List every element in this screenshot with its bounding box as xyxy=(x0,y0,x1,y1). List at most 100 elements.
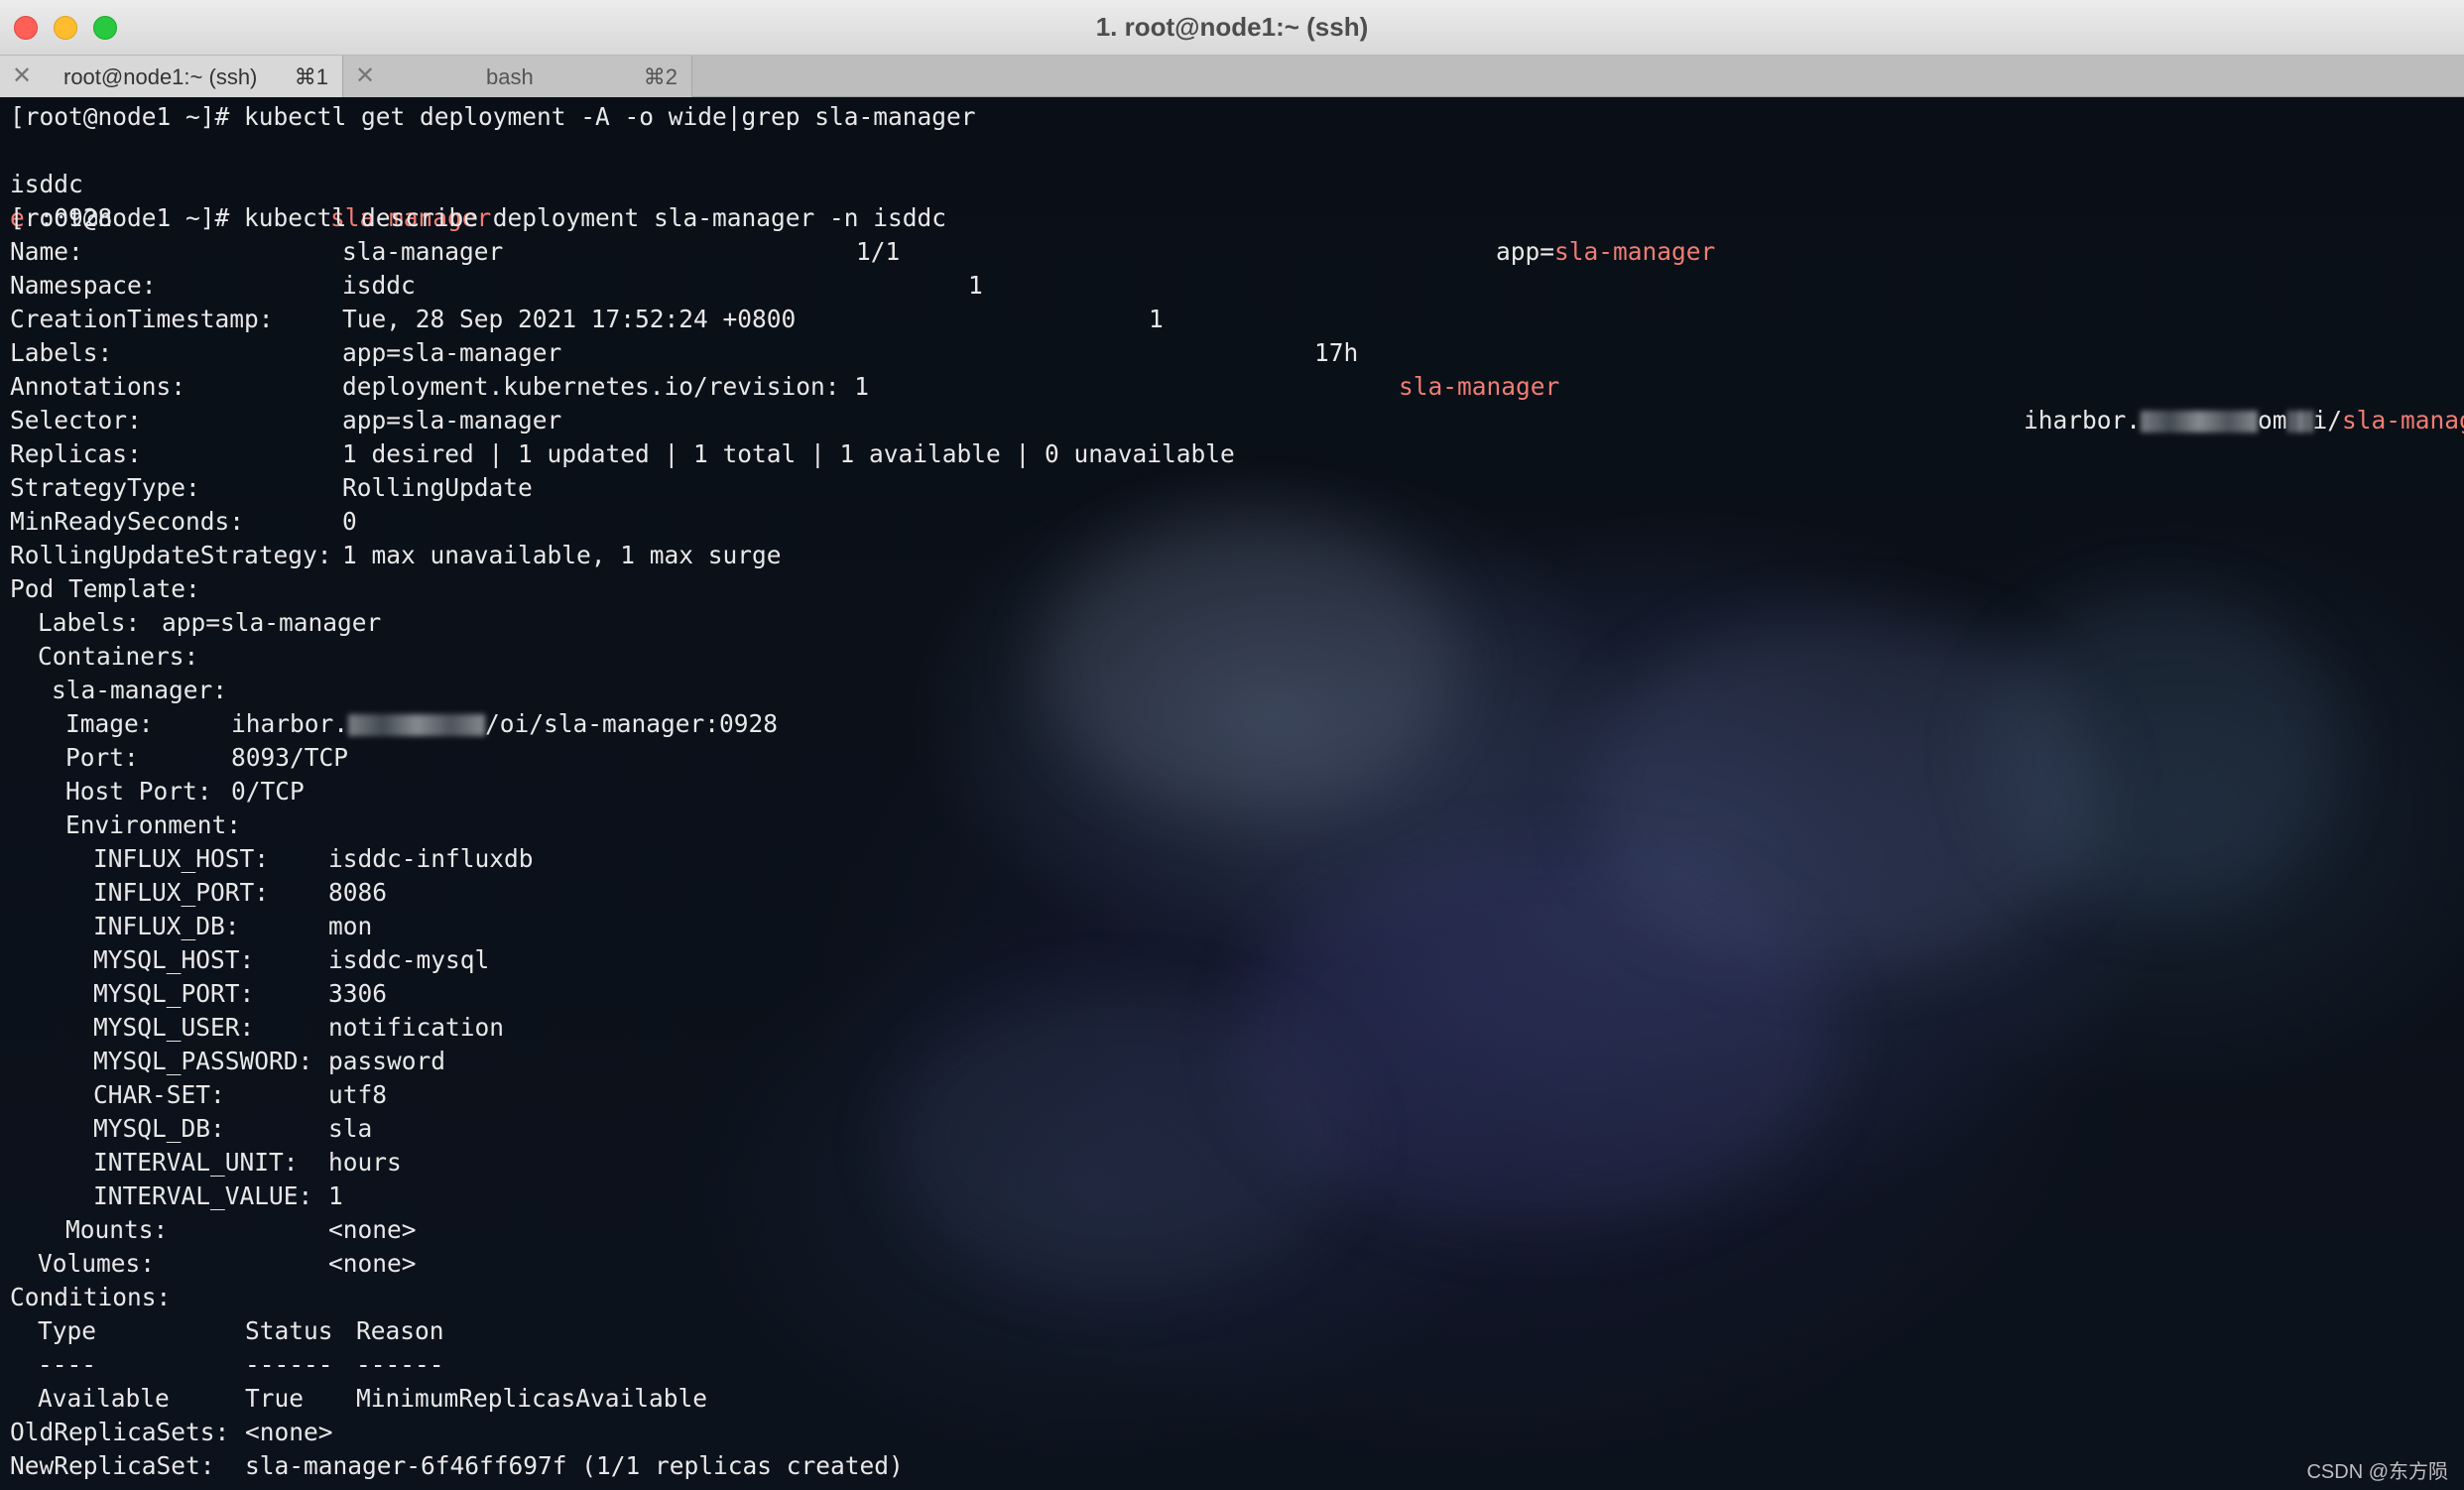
image-prefix: iharbor. xyxy=(231,709,349,738)
field-value: 8093/TCP xyxy=(231,743,349,772)
env-value: 8086 xyxy=(328,878,388,907)
image-mid: om xyxy=(2258,406,2287,435)
redacted-text xyxy=(2286,411,2313,433)
tab-bar: ✕ root@node1:~ (ssh) ⌘1 ✕ bash ⌘2 xyxy=(0,56,2464,97)
field-value: app=sla-manager xyxy=(342,338,562,367)
field-key: Image: xyxy=(65,709,154,738)
field-key: Selector: xyxy=(10,406,142,435)
env-value: mon xyxy=(328,912,373,940)
field-key: MinReadySeconds: xyxy=(10,507,245,536)
row-containers: sla-manager xyxy=(1399,372,1560,401)
condition-status: True xyxy=(245,1384,305,1413)
env-value: 3306 xyxy=(328,979,388,1008)
window-title: 1. root@node1:~ (ssh) xyxy=(1095,12,1369,42)
close-tab-icon[interactable]: ✕ xyxy=(355,62,375,90)
field-value: 1 desired | 1 updated | 1 total | 1 avai… xyxy=(342,439,1235,468)
image-name-part: sla-manag xyxy=(2342,406,2464,435)
field-key: Labels: xyxy=(10,338,113,367)
field-value: app=sla-manager xyxy=(162,608,382,637)
condition-type: Available xyxy=(38,1384,170,1413)
field-value: <none> xyxy=(328,1249,417,1278)
field-key: Name: xyxy=(10,237,83,266)
image-suffix: /oi/sla-manager:0928 xyxy=(485,709,779,738)
row-image: iharbor. om i/sla-manag xyxy=(2024,404,2464,437)
row-available: 1 xyxy=(1149,305,1164,333)
terminal-window: 1. root@node1:~ (ssh) ✕ root@node1:~ (ss… xyxy=(0,0,2464,1490)
field-key: CreationTimestamp: xyxy=(10,305,274,333)
env-value: password xyxy=(328,1047,446,1075)
conditions-heading: Conditions: xyxy=(10,1283,172,1311)
field-value: deployment.kubernetes.io/revision: 1 xyxy=(342,372,870,401)
command-line: [root@node1 ~]# kubectl describe deploym… xyxy=(10,203,947,232)
env-key: MYSQL_PASSWORD: xyxy=(93,1047,313,1075)
selector-value: sla-manager xyxy=(1554,237,1716,266)
field-value: 0 xyxy=(342,507,357,536)
tab-bash[interactable]: ✕ bash ⌘2 xyxy=(343,56,692,97)
deployment-row-wrap: er:0928 app=sla-manager xyxy=(0,168,2464,266)
field-key: OldReplicaSets: xyxy=(10,1418,230,1446)
field-value: <none> xyxy=(245,1418,333,1446)
field-value: Tue, 28 Sep 2021 17:52:24 +0800 xyxy=(342,305,797,333)
background-cloud xyxy=(1984,594,2341,912)
field-value: sla-manager-6f46ff697f (1/1 replicas cre… xyxy=(245,1451,904,1480)
tab-label: root@node1:~ (ssh) xyxy=(63,64,258,89)
field-value: sla-manager xyxy=(342,237,504,266)
env-value: sla xyxy=(328,1114,373,1143)
field-key: StrategyType: xyxy=(10,473,200,502)
env-key: MYSQL_USER: xyxy=(93,1013,255,1042)
conditions-status-header: Status xyxy=(245,1316,333,1345)
tab-ssh[interactable]: ✕ root@node1:~ (ssh) ⌘1 xyxy=(0,56,343,97)
env-value: utf8 xyxy=(328,1080,388,1109)
field-value: 0/TCP xyxy=(231,777,305,806)
conditions-type-header: Type xyxy=(38,1316,97,1345)
field-key: Volumes: xyxy=(38,1249,156,1278)
containers-heading: Containers: xyxy=(38,642,199,671)
row-uptodate: 1 xyxy=(968,271,983,300)
tab-label: bash xyxy=(486,64,534,89)
env-value: isddc-mysql xyxy=(328,945,490,974)
field-key: NewReplicaSet: xyxy=(10,1451,215,1480)
env-value: hours xyxy=(328,1148,402,1177)
separator-status: ------ xyxy=(245,1350,333,1379)
tab-shortcut: ⌘2 xyxy=(643,64,678,89)
pod-template-heading: Pod Template: xyxy=(10,574,200,603)
image-slash: i/ xyxy=(2312,406,2343,435)
field-value: isddc xyxy=(342,271,416,300)
command-line: [root@node1 ~]# kubectl get deployment -… xyxy=(10,102,976,131)
redacted-text xyxy=(348,714,486,736)
field-key: Labels: xyxy=(38,608,141,637)
row-age: 17h xyxy=(1314,338,1359,367)
container-name: sla-manager: xyxy=(52,676,228,704)
env-key: INTERVAL_UNIT: xyxy=(93,1148,299,1177)
env-key: CHAR-SET: xyxy=(93,1080,225,1109)
background-cloud xyxy=(893,991,1349,1289)
deployment-row: isddc sla-manager 1/1 1 1 17h sla-manage… xyxy=(0,134,2464,435)
row-ready: 1/1 xyxy=(856,237,901,266)
env-key: INFLUX_HOST: xyxy=(93,844,270,873)
env-key: MYSQL_PORT: xyxy=(93,979,255,1008)
env-value: 1 xyxy=(328,1181,343,1210)
separator-reason: ------ xyxy=(356,1350,444,1379)
env-value: isddc-influxdb xyxy=(328,844,534,873)
close-tab-icon[interactable]: ✕ xyxy=(12,62,32,90)
title-bar[interactable]: 1. root@node1:~ (ssh) xyxy=(0,0,2464,56)
separator-type: ---- xyxy=(38,1350,97,1379)
selector-prefix: app= xyxy=(1496,237,1555,266)
field-key: Replicas: xyxy=(10,439,142,468)
field-value: app=sla-manager xyxy=(342,406,562,435)
watermark: CSDN @东方陨 xyxy=(2306,1461,2448,1483)
env-key: INFLUX_DB: xyxy=(93,912,240,940)
field-key: RollingUpdateStrategy: xyxy=(10,541,332,569)
env-key: INTERVAL_VALUE: xyxy=(93,1181,313,1210)
field-key: Annotations: xyxy=(10,372,186,401)
field-key: Port: xyxy=(65,743,139,772)
env-key: MYSQL_DB: xyxy=(93,1114,225,1143)
field-value: <none> xyxy=(328,1215,417,1244)
field-key: Host Port: xyxy=(65,777,212,806)
background-cloud xyxy=(1042,515,1458,812)
terminal-output[interactable]: [root@node1 ~]# kubectl get deployment -… xyxy=(0,98,2464,1490)
env-key: MYSQL_HOST: xyxy=(93,945,255,974)
image-prefix: iharbor. xyxy=(2024,406,2142,435)
field-value: 1 max unavailable, 1 max surge xyxy=(342,541,782,569)
redacted-text xyxy=(2141,411,2259,433)
